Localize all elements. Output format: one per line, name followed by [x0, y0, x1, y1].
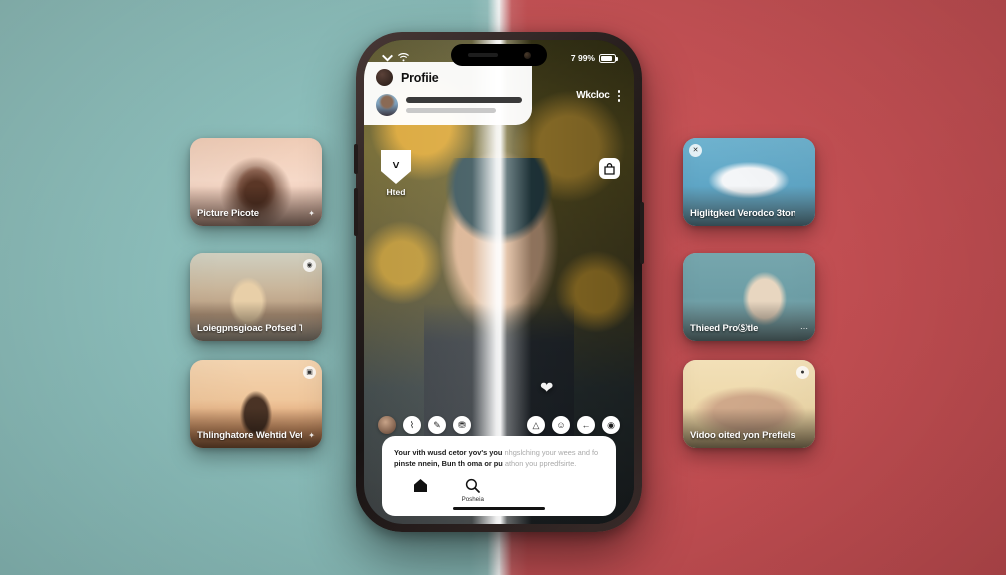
arrow-left-icon[interactable]: ←	[577, 416, 595, 434]
left-card-2[interactable]: ◉ Loiegpnsgioac Pofsed Tial.	[190, 253, 322, 341]
user-list-item[interactable]	[376, 94, 522, 116]
caption-line1-b: nhgslching your wees and fo	[504, 447, 599, 457]
caption-line1-a: Your vith wusd cetor yov's you	[394, 447, 503, 457]
gift-icon[interactable]: ⛃	[453, 416, 471, 434]
chevron-badge-label: Hted	[386, 187, 406, 197]
chevron-down-icon[interactable]: ˅	[381, 150, 411, 184]
share-icon[interactable]: △	[527, 416, 545, 434]
caption-text: Your vith wusd cetor yov's you nhgslchin…	[394, 447, 604, 469]
card-caption: Vidoo oited yon Prefiels	[690, 431, 795, 441]
kebab-menu-icon[interactable]	[617, 90, 620, 102]
card-scrim	[190, 300, 322, 341]
nav-search-label: Posheia	[461, 496, 484, 503]
phone-device: 7 99% Profiie Wkcloc ˅ Hted ❤ ⌇ ✎ ⛃ △ ☺ …	[354, 32, 644, 532]
heart-icon: ❤	[540, 380, 554, 397]
user-text-placeholder	[406, 97, 522, 113]
action-avatar[interactable]	[378, 416, 396, 434]
status-bar: 7 99%	[364, 40, 634, 70]
profile-icon[interactable]: ◉	[602, 416, 620, 434]
card-caption: Thieed ProⓈtle	[690, 324, 759, 334]
volume-buttons[interactable]	[354, 188, 358, 236]
profile-header-row[interactable]: Profiie	[376, 69, 522, 86]
bag-icon[interactable]	[599, 158, 620, 179]
nav-home[interactable]	[394, 478, 447, 496]
action-button-row: ⌇ ✎ ⛃ △ ☺ ← ◉	[364, 416, 634, 434]
left-card-3[interactable]: ▣ Thlinghatore Wehtid Vete ✦	[190, 360, 322, 448]
dots-icon: ⋯	[800, 324, 808, 333]
card-scrim	[190, 185, 322, 226]
mute-switch[interactable]	[354, 144, 358, 174]
header-avatar-icon[interactable]	[376, 69, 393, 86]
card-caption: Higlitgked Verodco 3tone	[690, 209, 795, 219]
power-button[interactable]	[640, 202, 644, 264]
caption-sheet: Your vith wusd cetor yov's you nhgslchin…	[382, 435, 616, 516]
highlight-chevron-badge[interactable]: ˅ Hted	[379, 150, 413, 197]
card-scrim	[683, 407, 815, 448]
card-scrim	[190, 407, 322, 448]
sparkle-icon: ✦	[308, 209, 315, 218]
signal-icon	[382, 53, 393, 64]
page-title: Profiie	[401, 70, 439, 85]
nav-search[interactable]: Posheia	[447, 478, 500, 503]
right-card-1[interactable]: ✕ Higlitgked Verodco 3tone	[683, 138, 815, 226]
nav-location-label: Coher	[516, 496, 534, 503]
battery-percent-label: 7 99%	[570, 53, 595, 63]
caption-line2-a: pinste nnein, Bun th oma or pu	[394, 458, 503, 468]
caption-line2-b: athon you ppredfsirte.	[504, 458, 577, 468]
user-avatar-icon	[376, 94, 398, 116]
library-icon	[570, 478, 585, 493]
app-name-text: Wkcloc	[576, 90, 610, 102]
right-card-3[interactable]: ● Vidoo oited yon Prefiels	[683, 360, 815, 448]
card-badge-icon[interactable]: ●	[796, 366, 809, 379]
nav-library[interactable]	[552, 478, 605, 496]
card-caption: Thlinghatore Wehtid Vete	[197, 431, 302, 441]
bottom-navigation-bar: Posheia Coher	[394, 478, 604, 503]
sparkle-icon: ✦	[308, 431, 315, 440]
card-scrim	[683, 185, 815, 226]
battery-icon	[599, 53, 618, 63]
app-name-label: Wkcloc	[576, 90, 620, 102]
smiley-icon[interactable]: ☺	[552, 416, 570, 434]
search-icon	[465, 478, 481, 493]
pencil-icon[interactable]: ✎	[428, 416, 446, 434]
mic-icon[interactable]: ⌇	[403, 416, 421, 434]
left-card-1[interactable]: Picture Picote ✦	[190, 138, 322, 226]
location-pin-icon	[518, 478, 533, 493]
close-icon[interactable]: ✕	[689, 144, 702, 157]
scene-stage: Picture Picote ✦ ◉ Loiegpnsgioac Pofsed …	[0, 0, 1006, 575]
profile-header-sheet: Profiie	[364, 62, 532, 125]
card-badge-icon[interactable]: ▣	[303, 366, 316, 379]
wifi-icon	[397, 52, 410, 64]
home-indicator[interactable]	[453, 507, 545, 510]
phone-screen: 7 99% Profiie Wkcloc ˅ Hted ❤ ⌇ ✎ ⛃ △ ☺ …	[364, 40, 634, 524]
right-card-2[interactable]: Thieed ProⓈtle ⋯	[683, 253, 815, 341]
card-scrim	[683, 300, 815, 341]
card-badge-icon[interactable]: ◉	[303, 259, 316, 272]
nav-location[interactable]: Coher	[499, 478, 552, 503]
card-caption: Loiegpnsgioac Pofsed Tial.	[197, 324, 302, 334]
card-caption: Picture Picote	[197, 209, 259, 219]
home-icon	[413, 478, 428, 493]
